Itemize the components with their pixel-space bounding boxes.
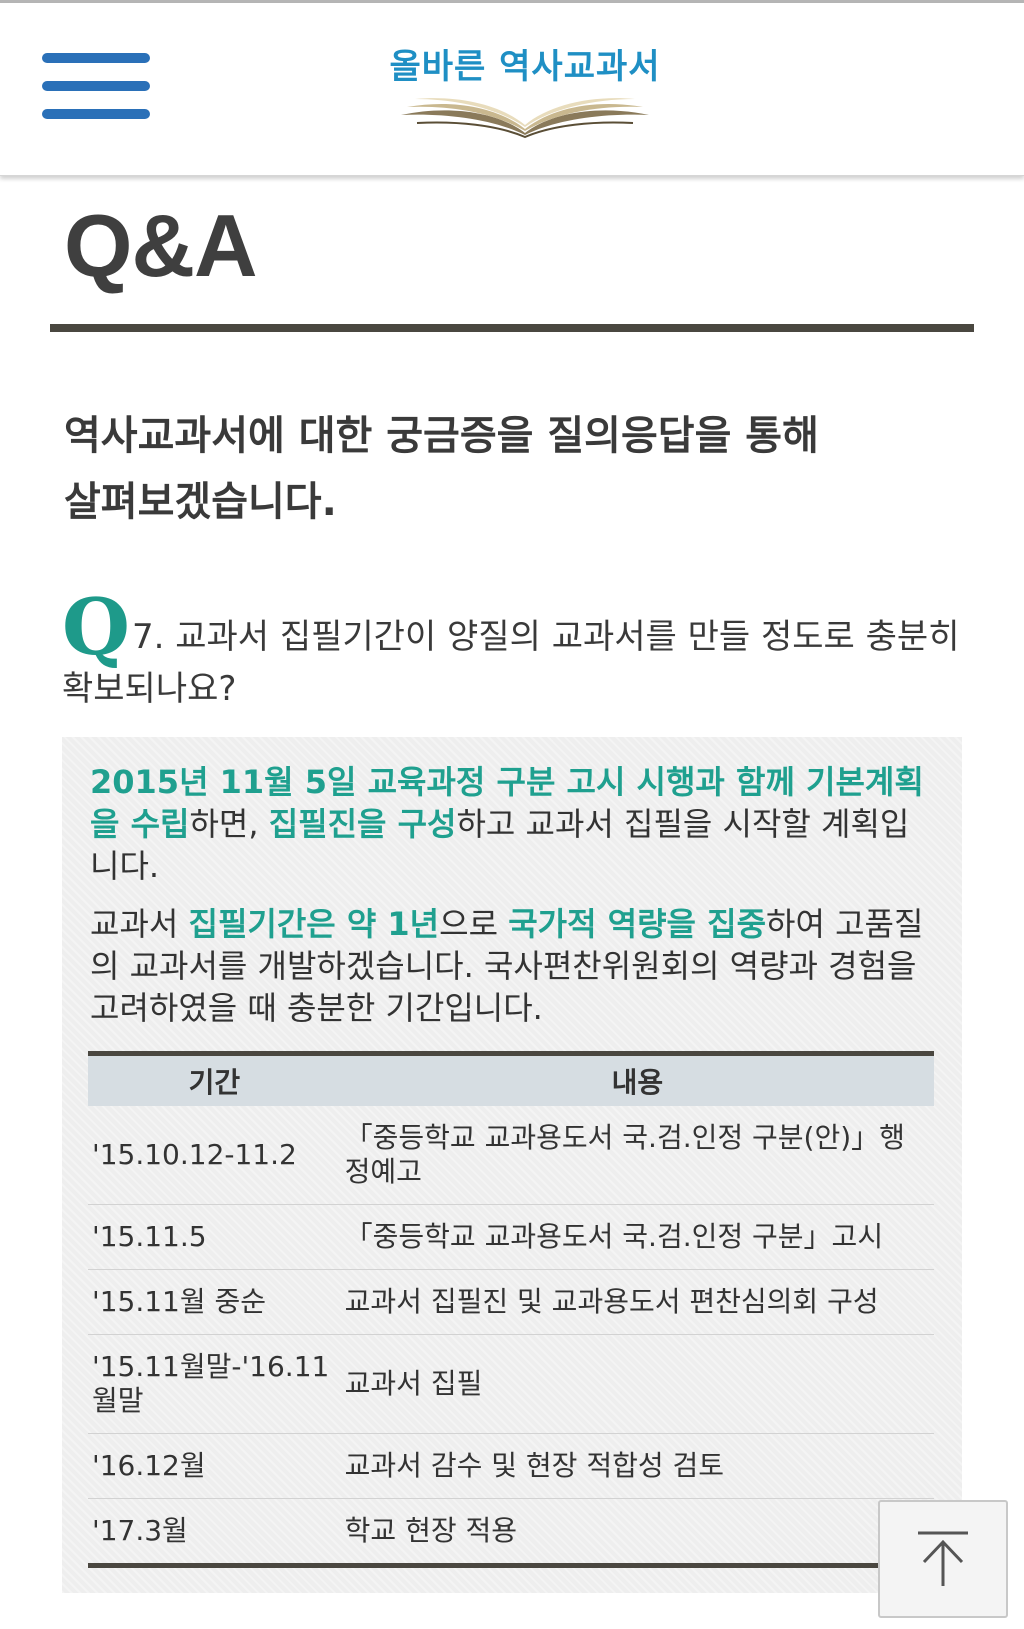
- open-book-icon: [401, 98, 649, 139]
- question-heading: Q7. 교과서 집필기간이 양질의 교과서를 만들 정도로 충분히 확보되나요?: [62, 589, 962, 715]
- menu-bar: [42, 109, 150, 119]
- highlight-text: 집필기간은 약 1년: [188, 905, 440, 943]
- answer-box: 2015년 11월 5일 교육과정 구분 고시 시행과 함께 기본계획을 수립하…: [62, 737, 962, 1593]
- content-cell: 교과서 감수 및 현장 적합성 검토: [340, 1433, 934, 1499]
- page-title: Q&A: [64, 196, 258, 295]
- intro-line: 살펴보겠습니다.: [64, 479, 337, 525]
- table-row: '15.10.12-11.2 「중등학교 교과용도서 국.검.인정 구분(안)」…: [88, 1106, 934, 1205]
- answer-text: 으로: [439, 905, 509, 943]
- arrow-up-to-top-icon: [918, 1531, 968, 1586]
- menu-bar: [42, 53, 150, 63]
- content-cell: 교과서 집필진 및 교과용도서 편찬심의회 구성: [340, 1269, 934, 1335]
- question-text: 7. 교과서 집필기간이 양질의 교과서를 만들 정도로 충분히 확보되나요?: [62, 617, 960, 709]
- scroll-to-top-button[interactable]: [878, 1500, 1008, 1618]
- intro-text: 역사교과서에 대한 궁금증을 질의응답을 통해 살펴보겠습니다.: [64, 403, 964, 535]
- site-header: 올바른 역사교과서: [0, 3, 1024, 176]
- q-mark: Q: [62, 582, 130, 673]
- content-cell: 학교 현장 적용: [344, 1514, 518, 1547]
- highlight-text: 국가적 역량을 집중: [508, 905, 767, 943]
- period-cell: '17.3월: [92, 1514, 188, 1547]
- highlight-text: 집필진을 구성: [268, 805, 457, 843]
- content-cell: 「중등학교 교과용도서 국.검.인정 구분」고시: [340, 1204, 934, 1270]
- content-cell: 교과서 집필: [340, 1334, 934, 1434]
- intro-line: 역사교과서에 대한 궁금증을 질의응답을 통해: [64, 413, 819, 459]
- logo-text: 올바른 역사교과서: [389, 47, 661, 87]
- table-row: '16.12월 교과서 감수 및 현장 적합성 검토: [88, 1433, 934, 1499]
- period-cell: '16.12월: [88, 1433, 341, 1499]
- period-cell: '15.11월말-'16.11월말: [88, 1334, 341, 1434]
- table-row: '15.11.5 「중등학교 교과용도서 국.검.인정 구분」고시: [88, 1204, 934, 1270]
- column-header-content: 내용: [340, 1053, 934, 1106]
- period-cell: '15.11월 중순: [88, 1269, 341, 1335]
- answer-paragraph: 2015년 11월 5일 교육과정 구분 고시 시행과 함께 기본계획을 수립하…: [90, 761, 938, 887]
- table-row: '17.3월 학교 현장 적용: [88, 1499, 934, 1566]
- table-row: '15.11월 중순 교과서 집필진 및 교과용도서 편찬심의회 구성: [88, 1269, 934, 1335]
- table-row: '15.11월말-'16.11월말 교과서 집필: [88, 1334, 934, 1434]
- period-cell: '15.10.12-11.2: [88, 1106, 341, 1205]
- content-cell: 「중등학교 교과용도서 국.검.인정 구분(안)」행정예고: [340, 1106, 934, 1205]
- answer-text: 하면,: [189, 805, 269, 843]
- site-logo[interactable]: 올바른 역사교과서: [380, 47, 670, 147]
- schedule-table: 기간 내용 '15.10.12-11.2 「중등학교 교과용도서 국.검.인정 …: [88, 1051, 934, 1568]
- hamburger-menu-icon[interactable]: [40, 51, 152, 123]
- answer-paragraph: 교과서 집필기간은 약 1년으로 국가적 역량을 집중하여 고품질의 교과서를 …: [90, 903, 938, 1029]
- menu-bar: [42, 81, 150, 91]
- title-divider: [50, 324, 974, 332]
- column-header-period: 기간: [88, 1053, 341, 1106]
- table-header-row: 기간 내용: [88, 1053, 934, 1106]
- answer-text: 교과서: [90, 905, 189, 943]
- period-cell: '15.11.5: [88, 1204, 341, 1270]
